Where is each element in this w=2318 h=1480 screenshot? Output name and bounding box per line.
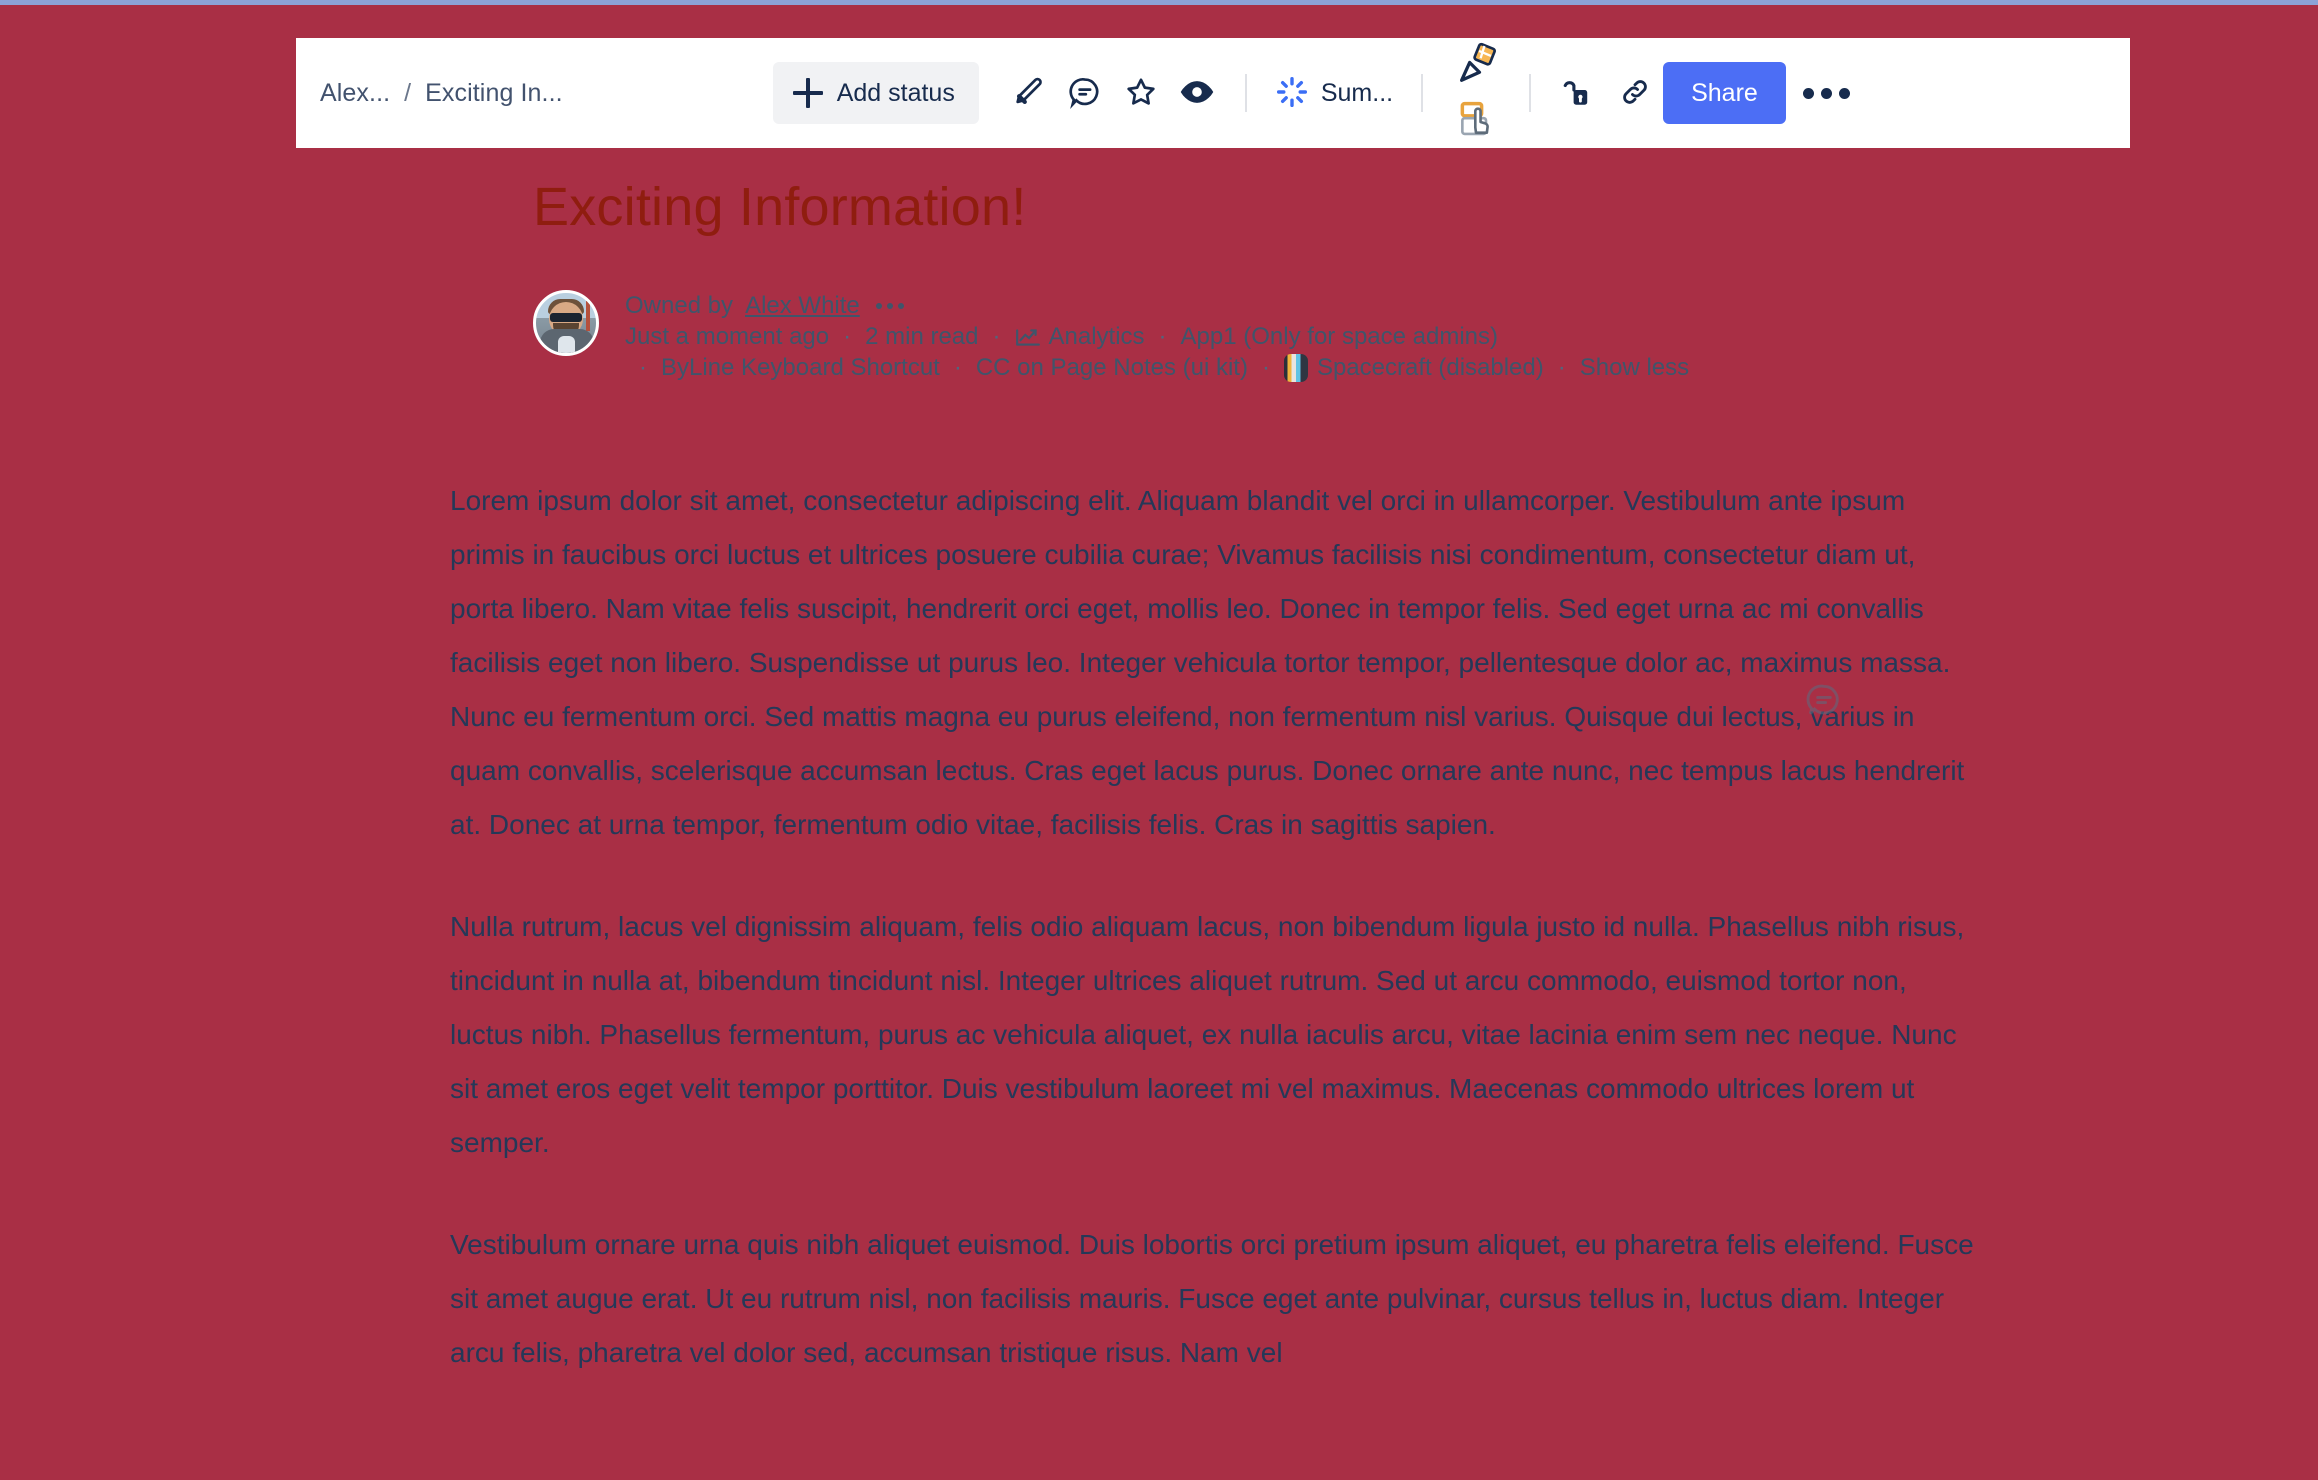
page-toolbar: Alex... / Exciting In... Add status Sum.…: [296, 38, 2130, 148]
byline-dot: [886, 303, 893, 309]
comment-icon: [1068, 75, 1102, 112]
star-favorite-button[interactable]: [1113, 65, 1169, 121]
breadcrumb-separator: /: [404, 78, 412, 107]
page-byline: Owned by Alex White Just a moment ago · …: [533, 290, 2318, 382]
meta-separator: ·: [1557, 354, 1566, 381]
byline-dot: [875, 303, 882, 309]
byline-keyboard-shortcut-link[interactable]: ByLine Keyboard Shortcut: [661, 354, 940, 382]
analytics-chart-icon: [1015, 326, 1041, 348]
byline-apps-row: · ByLine Keyboard Shortcut · CC on Page …: [625, 354, 1689, 382]
last-updated-label: Just a moment ago: [625, 323, 830, 350]
page-content: Exciting Information! Owned by Alex Whit…: [0, 148, 2318, 1428]
copy-link-button[interactable]: [1607, 65, 1663, 121]
app-buttons-group[interactable]: [1443, 41, 1509, 145]
more-dot: [1821, 87, 1833, 99]
copy-link-icon: [1618, 75, 1652, 112]
share-button[interactable]: Share: [1663, 62, 1786, 124]
toolbar-divider-3: [1529, 74, 1532, 112]
read-time-label: 2 min read: [865, 323, 979, 350]
meta-separator: ·: [639, 354, 647, 381]
meta-separator: ·: [1261, 354, 1270, 381]
spacecraft-badge-icon: [1283, 354, 1308, 382]
meta-separator: ·: [1158, 323, 1167, 350]
meta-separator: ·: [992, 323, 1001, 350]
more-dot: [1839, 87, 1851, 99]
more-dot: [1803, 87, 1815, 99]
byline-more-button[interactable]: [872, 303, 904, 309]
add-status-button[interactable]: Add status: [772, 62, 979, 124]
byline-info-row: Just a moment ago · 2 min read · Analyti…: [625, 323, 1689, 351]
byline-meta: Owned by Alex White Just a moment ago · …: [625, 290, 1689, 382]
confetti-flag-icon[interactable]: [1453, 41, 1499, 92]
plus-icon: [792, 78, 823, 108]
toolbar-divider-2: [1421, 74, 1424, 112]
add-status-label: Add status: [836, 78, 955, 107]
meta-separator: ·: [953, 354, 962, 381]
toolbar-divider-1: [1244, 74, 1247, 112]
watch-eye-icon: [1180, 75, 1214, 112]
more-actions-button[interactable]: [1796, 62, 1858, 124]
edit-button[interactable]: [1001, 65, 1057, 121]
ai-summarize-button[interactable]: Sum...: [1267, 65, 1401, 121]
breadcrumb-item-page[interactable]: Exciting In...: [425, 79, 563, 108]
owned-by-label: Owned by: [625, 292, 734, 319]
browser-top-strip: [0, 0, 2318, 5]
comment-button[interactable]: [1057, 65, 1113, 121]
page-body: Lorem ipsum dolor sit amet, consectetur …: [450, 474, 1980, 1380]
inline-comment-icon[interactable]: [1805, 681, 1841, 717]
watch-button[interactable]: [1169, 65, 1225, 121]
paragraph: Lorem ipsum dolor sit amet, consectetur …: [450, 485, 1965, 840]
click-cursor-icon[interactable]: [1454, 98, 1498, 145]
breadcrumb-item-space[interactable]: Alex...: [320, 79, 390, 108]
app1-link[interactable]: App1 (Only for space admins): [1181, 323, 1498, 351]
breadcrumb: Alex... / Exciting In...: [320, 79, 563, 108]
byline-dot: [897, 303, 904, 309]
star-icon: [1124, 75, 1158, 112]
avatar-sunglasses: [550, 313, 582, 322]
owner-name-link[interactable]: Alex White: [745, 292, 860, 320]
cc-page-notes-link[interactable]: CC on Page Notes (ui kit): [976, 354, 1248, 382]
unlocked-padlock-icon: [1562, 75, 1596, 112]
avatar[interactable]: [533, 290, 599, 356]
byline-owner-row: Owned by Alex White: [625, 292, 1689, 320]
restrictions-button[interactable]: [1551, 65, 1607, 121]
avatar-shirt: [558, 336, 575, 353]
page-title: Exciting Information!: [533, 177, 1027, 237]
spacecraft-link[interactable]: Spacecraft (disabled): [1317, 354, 1544, 382]
paragraph: Vestibulum ornare urna quis nibh aliquet…: [450, 1229, 1974, 1368]
meta-separator: ·: [843, 323, 852, 350]
ai-summarize-label: Sum...: [1320, 78, 1394, 107]
paragraph: Nulla rutrum, lacus vel dignissim aliqua…: [450, 911, 1965, 1158]
ai-sparkle-icon: [1275, 75, 1309, 112]
edit-icon: [1012, 75, 1046, 112]
analytics-link[interactable]: Analytics: [1049, 323, 1145, 351]
show-less-link[interactable]: Show less: [1580, 354, 1689, 382]
